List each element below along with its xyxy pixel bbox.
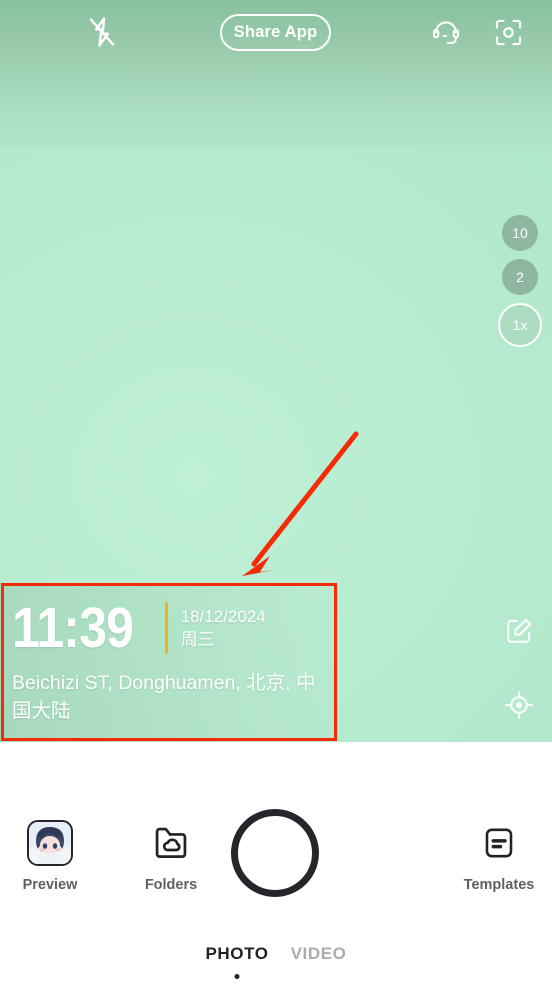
watermark-time-row: 11:39 18/12/2024 周三 xyxy=(12,595,327,661)
preview-label: Preview xyxy=(22,877,78,893)
mode-video[interactable]: VIDEO xyxy=(291,944,347,968)
edit-square-icon[interactable] xyxy=(498,610,540,652)
bottom-control-bar: Preview Folders Templates PHOTO VIDEO xyxy=(0,742,552,984)
flash-off-icon[interactable] xyxy=(80,10,124,54)
watermark-location: Beichizi ST, Donghuamen, 北京, 中国大陆 xyxy=(12,672,316,723)
folders-button[interactable]: Folders xyxy=(125,820,217,893)
mode-selector: PHOTO VIDEO xyxy=(0,944,552,979)
folders-label: Folders xyxy=(144,877,198,893)
mode-active-indicator xyxy=(234,974,240,979)
templates-button[interactable]: Templates xyxy=(453,820,545,893)
watermark-overlay[interactable]: 11:39 18/12/2024 周三 Beichizi ST, Donghua… xyxy=(0,583,337,742)
watermark-date: 18/12/2024 xyxy=(180,607,266,626)
preview-button[interactable]: Preview xyxy=(4,820,96,893)
mode-photo[interactable]: PHOTO xyxy=(205,944,269,979)
shutter-button[interactable] xyxy=(231,809,319,897)
avatar-thumbnail xyxy=(27,820,73,866)
templates-label: Templates xyxy=(463,877,535,893)
mode-video-label: VIDEO xyxy=(290,944,347,963)
share-app-label: Share App xyxy=(233,23,318,41)
watermark-divider xyxy=(164,602,168,654)
zoom-controls: 10 2 1x xyxy=(498,215,542,355)
zoom-option-label: 1x xyxy=(512,317,528,333)
location-target-icon[interactable] xyxy=(498,684,540,726)
zoom-option-2[interactable]: 2 xyxy=(502,259,538,295)
zoom-option-1x[interactable]: 1x xyxy=(498,303,542,347)
share-app-button[interactable]: Share App xyxy=(220,14,331,51)
mode-photo-label: PHOTO xyxy=(205,944,269,963)
watermark-weekday: 周三 xyxy=(180,630,215,649)
camera-app-screen: Share App 10 2 1x 11:39 18/12/2024 周三 Be… xyxy=(0,0,552,984)
camera-flip-icon[interactable] xyxy=(486,10,530,54)
headset-icon[interactable] xyxy=(424,10,468,54)
cloud-folder-icon xyxy=(148,820,194,866)
zoom-option-label: 2 xyxy=(516,269,524,285)
template-document-icon xyxy=(476,820,522,866)
top-toolbar: Share App xyxy=(0,0,552,64)
watermark-date-column: 18/12/2024 周三 xyxy=(181,608,266,648)
watermark-time: 11:39 xyxy=(12,595,134,660)
zoom-option-10[interactable]: 10 xyxy=(502,215,538,251)
zoom-option-label: 10 xyxy=(512,225,528,241)
